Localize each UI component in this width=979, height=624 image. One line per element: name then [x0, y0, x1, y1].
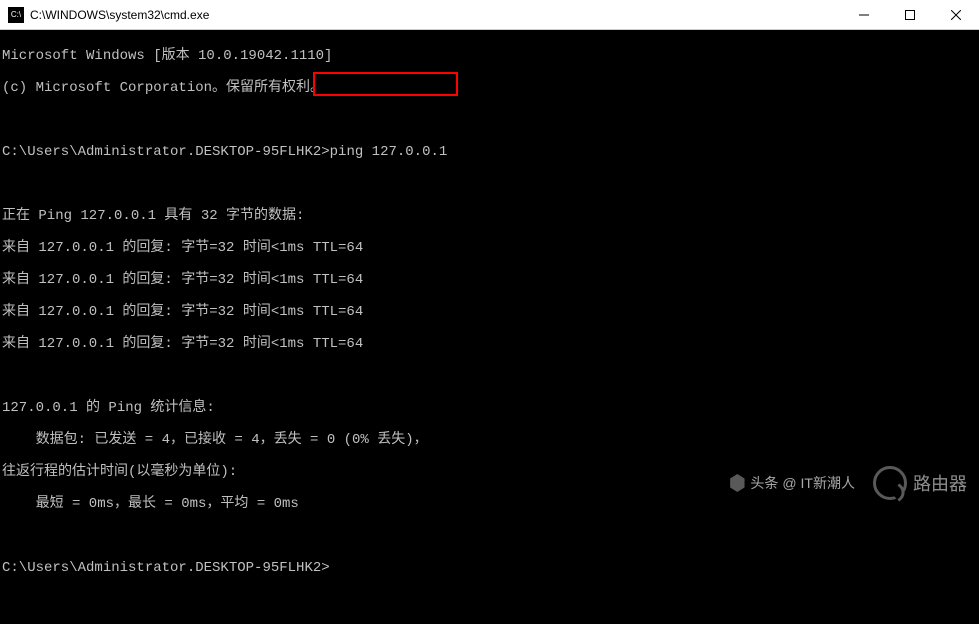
- prompt-path: C:\Users\Administrator.DESKTOP-95FLHK2>: [2, 144, 330, 160]
- watermark-left: 头条 @ IT新潮人: [728, 473, 855, 493]
- close-button[interactable]: [933, 0, 979, 29]
- prompt-line: C:\Users\Administrator.DESKTOP-95FLHK2>p…: [2, 144, 979, 160]
- window-controls: [841, 0, 979, 29]
- maximize-button[interactable]: [887, 0, 933, 29]
- cmd-icon: C:\: [8, 7, 24, 23]
- output-line: [2, 368, 979, 384]
- terminal-output[interactable]: Microsoft Windows [版本 10.0.19042.1110] (…: [0, 30, 979, 624]
- router-logo-icon: [873, 466, 907, 500]
- output-line: [2, 112, 979, 128]
- output-line: 127.0.0.1 的 Ping 统计信息:: [2, 400, 979, 416]
- watermark-right: 路由器: [873, 466, 967, 500]
- prompt-line: C:\Users\Administrator.DESKTOP-95FLHK2>: [2, 560, 979, 576]
- output-line: (c) Microsoft Corporation。保留所有权利。: [2, 80, 979, 96]
- watermark-right-text: 路由器: [913, 470, 967, 496]
- output-line: [2, 176, 979, 192]
- watermark: 头条 @ IT新潮人 路由器: [728, 466, 967, 500]
- output-line: 来自 127.0.0.1 的回复: 字节=32 时间<1ms TTL=64: [2, 304, 979, 320]
- watermark-author: IT新潮人: [801, 473, 855, 493]
- entered-command: ping 127.0.0.1: [330, 144, 448, 160]
- output-line: 来自 127.0.0.1 的回复: 字节=32 时间<1ms TTL=64: [2, 336, 979, 352]
- at-icon: @: [782, 475, 796, 491]
- output-line: 正在 Ping 127.0.0.1 具有 32 字节的数据:: [2, 208, 979, 224]
- window-titlebar: C:\ C:\WINDOWS\system32\cmd.exe: [0, 0, 979, 30]
- output-line: Microsoft Windows [版本 10.0.19042.1110]: [2, 48, 979, 64]
- watermark-text: 头条: [750, 473, 778, 493]
- window-title: C:\WINDOWS\system32\cmd.exe: [30, 8, 841, 22]
- toutiao-logo-icon: [728, 474, 746, 492]
- output-line: 来自 127.0.0.1 的回复: 字节=32 时间<1ms TTL=64: [2, 240, 979, 256]
- minimize-button[interactable]: [841, 0, 887, 29]
- output-line: 数据包: 已发送 = 4，已接收 = 4，丢失 = 0 (0% 丢失)，: [2, 432, 979, 448]
- output-line: [2, 528, 979, 544]
- output-line: 来自 127.0.0.1 的回复: 字节=32 时间<1ms TTL=64: [2, 272, 979, 288]
